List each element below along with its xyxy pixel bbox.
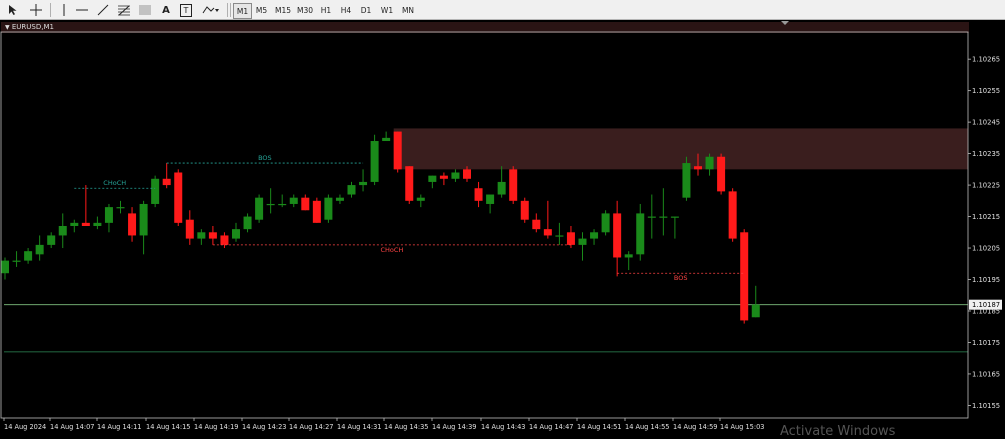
- crosshair-icon[interactable]: [29, 2, 43, 18]
- timeframe-h4[interactable]: H4: [338, 3, 354, 17]
- shapes-dropdown-icon[interactable]: [200, 2, 222, 18]
- horizontal-line-icon[interactable]: [74, 2, 90, 18]
- text-label-icon[interactable]: A: [159, 2, 173, 18]
- text-box-label: T: [180, 3, 192, 17]
- timeframe-h1[interactable]: H1: [318, 3, 334, 17]
- toolbar-separator: [227, 3, 228, 17]
- chart-header-bar: [1, 22, 969, 33]
- fib-channel-icon[interactable]: [137, 2, 153, 18]
- text-box-icon[interactable]: T: [179, 2, 193, 18]
- chart-menu-icon[interactable]: ▼: [5, 24, 10, 31]
- fibonacci-icon[interactable]: [116, 2, 132, 18]
- timeframe-mn[interactable]: MN: [399, 3, 417, 17]
- timeframe-m5[interactable]: M5: [253, 3, 270, 17]
- chart-window[interactable]: [0, 21, 1005, 432]
- timeframe-w1[interactable]: W1: [378, 3, 396, 17]
- chart-toolbar: A T M1 M5 M15 M30 H1 H4 D1 W1 MN: [0, 0, 1005, 20]
- timeframe-m1[interactable]: M1: [233, 3, 252, 19]
- chart-symbol-label: ▼ EURUSD,M1: [5, 23, 54, 31]
- toolbar-separator: [230, 3, 231, 17]
- cursor-icon[interactable]: [6, 2, 20, 18]
- timeframe-m30[interactable]: M30: [295, 3, 315, 17]
- timeframe-m15[interactable]: M15: [273, 3, 293, 17]
- timeframe-d1[interactable]: D1: [358, 3, 374, 17]
- trendline-icon[interactable]: [95, 2, 111, 18]
- toolbar-separator: [50, 3, 51, 17]
- symbol-name: EURUSD,M1: [11, 23, 54, 31]
- vertical-line-icon[interactable]: [57, 2, 71, 18]
